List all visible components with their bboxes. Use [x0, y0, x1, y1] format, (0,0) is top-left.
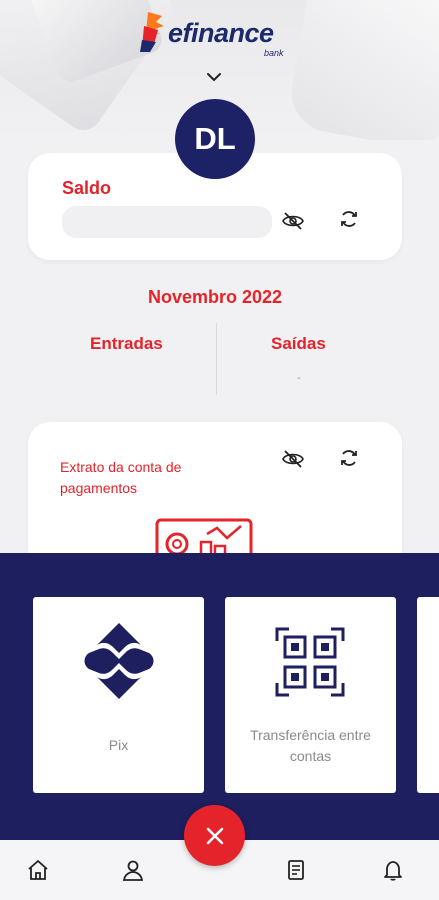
transfer-action[interactable]: Transferência entre contas [225, 597, 396, 793]
user-icon[interactable] [120, 857, 146, 883]
logo-subtext: bank [264, 48, 284, 58]
receipt-icon[interactable] [283, 857, 309, 883]
statement-illustration-icon [155, 518, 253, 558]
chevron-down-icon[interactable] [205, 70, 223, 84]
refresh-icon[interactable] [336, 206, 362, 232]
efinance-logo-mark [140, 12, 164, 52]
avatar[interactable]: DL [175, 99, 255, 179]
pix-action[interactable]: Pix [33, 597, 204, 793]
qr-code-icon [275, 627, 345, 697]
pix-icon [84, 623, 154, 699]
home-icon[interactable] [25, 857, 51, 883]
efinance-logo: efinance bank [140, 10, 300, 58]
refresh-icon[interactable] [336, 445, 362, 471]
expense-label: Saídas [271, 334, 326, 353]
statement-title: Extrato da conta de pagamentos [60, 459, 182, 496]
eye-off-icon[interactable] [280, 208, 306, 234]
balance-title: Saldo [62, 178, 112, 198]
expense-value: - [297, 372, 301, 384]
transfer-label: Transferência entre contas [250, 727, 371, 764]
close-menu-button[interactable] [184, 805, 245, 866]
month-label: Novembro 2022 [147, 287, 283, 307]
bell-icon[interactable] [380, 857, 406, 883]
income-label: Entradas [90, 334, 163, 353]
pix-label: Pix [108, 737, 129, 753]
summary-divider [216, 323, 217, 395]
next-action-peek[interactable] [417, 597, 439, 793]
actions-panel: Pix Transferência entre contas [0, 553, 439, 840]
logo-wordmark: efinance [168, 18, 274, 48]
balance-value-hidden [62, 206, 272, 238]
eye-off-icon[interactable] [280, 446, 306, 472]
close-icon [206, 827, 223, 844]
